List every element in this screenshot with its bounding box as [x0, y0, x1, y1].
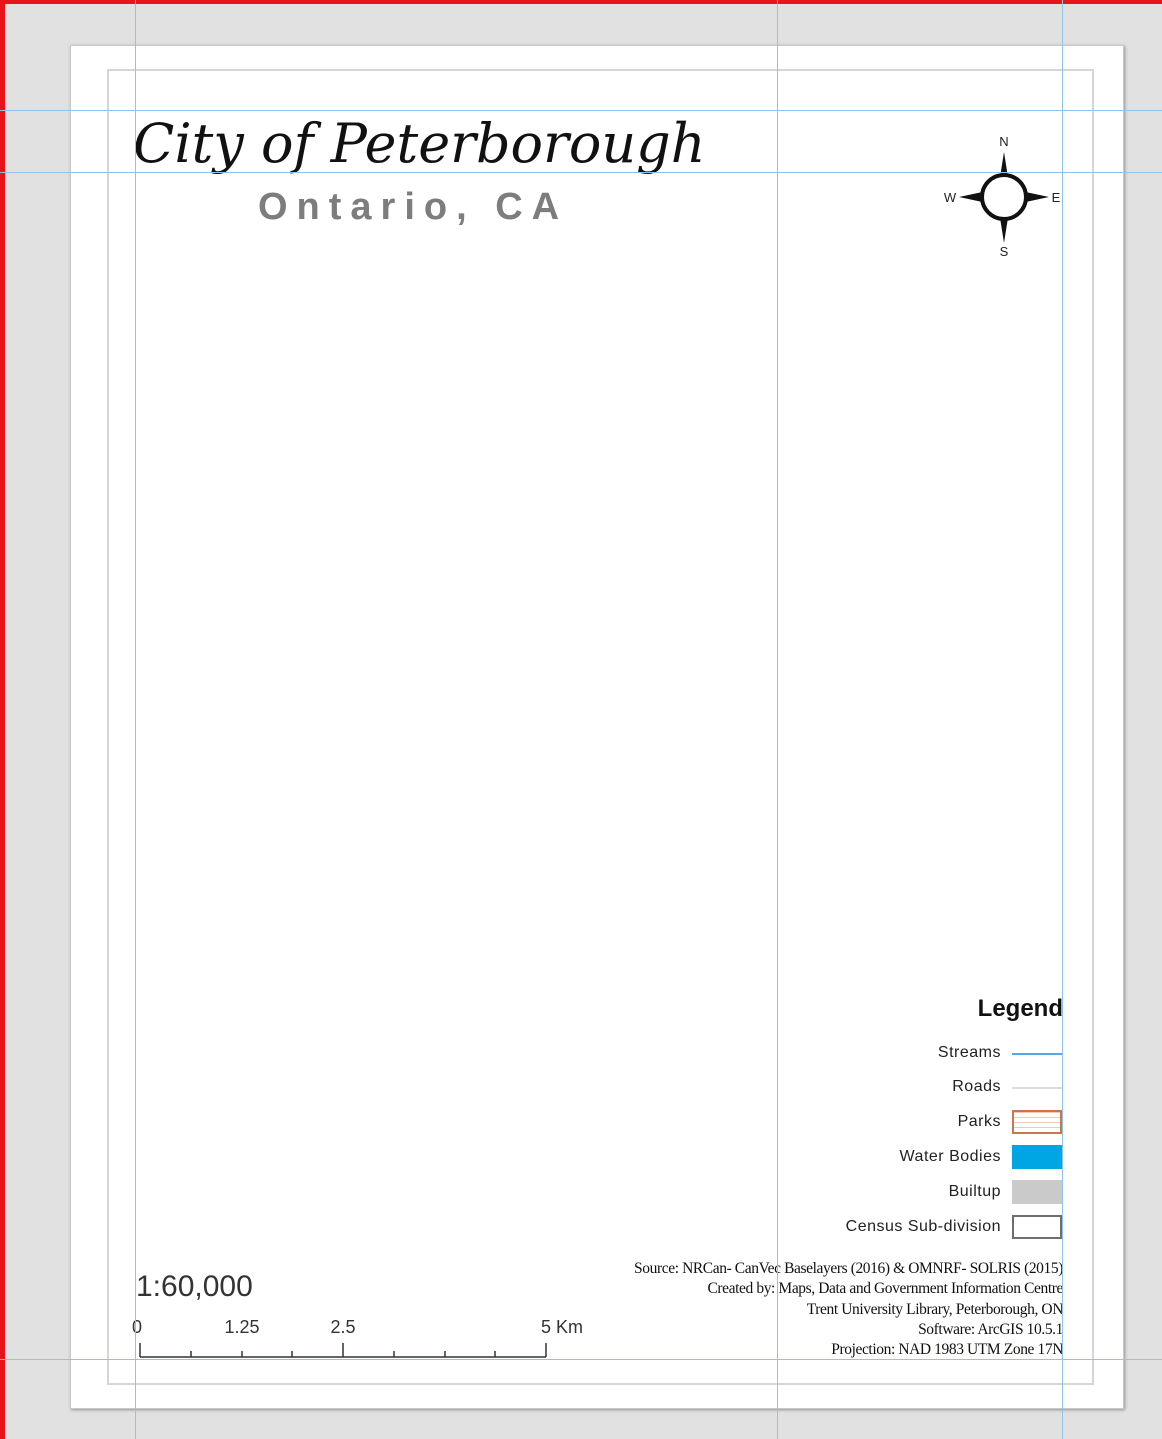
- legend-title[interactable]: Legend: [930, 995, 1063, 1023]
- selection-frame-top: [0, 0, 1162, 4]
- park-fill-symbol: [1012, 1110, 1062, 1134]
- credit-software: Software: ArcGIS 10.5.1: [918, 1320, 1063, 1338]
- credit-institution: Trent University Library, Peterborough, …: [806, 1300, 1064, 1318]
- legend-label: Roads: [952, 1078, 1001, 1095]
- legend-item-water-bodies[interactable]: Water Bodies: [780, 1145, 1063, 1171]
- road-line-symbol: [1012, 1087, 1062, 1089]
- legend-item-census-subdivision[interactable]: Census Sub-division: [780, 1215, 1063, 1241]
- legend-label: Water Bodies: [899, 1148, 1001, 1165]
- map-credits[interactable]: Source: NRCan- CanVec Baselayers (2016) …: [520, 1259, 1063, 1360]
- water-fill-symbol: [1012, 1145, 1062, 1169]
- legend-label: Parks: [957, 1113, 1001, 1130]
- scale-label-0: 0: [132, 1317, 142, 1337]
- legend-label: Streams: [937, 1044, 1001, 1061]
- layout-guide-vertical[interactable]: [1062, 0, 1063, 1439]
- map-title[interactable]: City of Peterborough: [133, 112, 705, 175]
- legend-item-builtup[interactable]: Builtup: [780, 1180, 1063, 1206]
- legend-label: Census Sub-division: [845, 1218, 1001, 1235]
- north-label: N: [999, 134, 1008, 149]
- scale-bar-ticks: [139, 1343, 547, 1358]
- layout-guide-vertical[interactable]: [135, 0, 136, 1439]
- scale-label-1: 1.25: [224, 1317, 259, 1337]
- layout-guide-horizontal[interactable]: [0, 1359, 1162, 1360]
- selection-frame-left: [0, 0, 5, 1439]
- credit-projection: Projection: NAD 1983 UTM Zone 17N: [831, 1341, 1063, 1359]
- legend-item-parks[interactable]: Parks: [780, 1110, 1063, 1136]
- census-outline-symbol: [1012, 1215, 1062, 1239]
- west-label: W: [944, 190, 957, 205]
- scale-ratio-text[interactable]: 1:60,000: [136, 1270, 253, 1304]
- map-subtitle[interactable]: Ontario, CA: [258, 186, 568, 229]
- legend-item-streams[interactable]: Streams: [780, 1041, 1063, 1067]
- compass-rose-icon: [959, 152, 1049, 243]
- credit-source: Source: NRCan- CanVec Baselayers (2016) …: [634, 1260, 1063, 1277]
- layout-guide-vertical[interactable]: [777, 0, 778, 1439]
- legend-label: Builtup: [948, 1183, 1001, 1200]
- credit-created-by: Created by: Maps, Data and Government In…: [707, 1280, 1063, 1298]
- layout-guide-horizontal[interactable]: [0, 172, 1162, 173]
- builtup-fill-symbol: [1012, 1180, 1062, 1204]
- stream-line-symbol: [1012, 1053, 1062, 1055]
- layout-guide-horizontal[interactable]: [0, 110, 1162, 111]
- legend-item-roads[interactable]: Roads: [780, 1075, 1063, 1101]
- scale-label-2: 2.5: [330, 1317, 355, 1337]
- east-label: E: [1052, 190, 1061, 205]
- north-arrow-icon[interactable]: N S W E: [932, 130, 1067, 265]
- south-label: S: [1000, 244, 1009, 259]
